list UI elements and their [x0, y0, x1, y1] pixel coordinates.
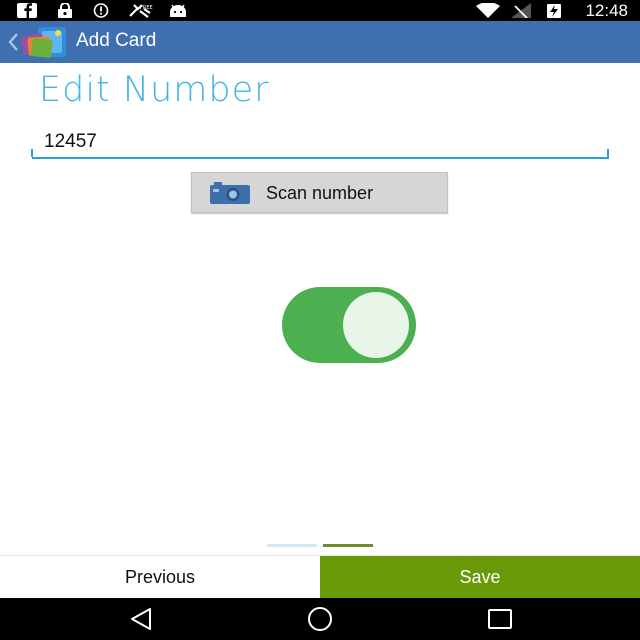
- page-indicator-1: [267, 544, 317, 547]
- status-bar: FREE 12:48: [0, 0, 640, 21]
- save-label: Save: [459, 567, 501, 587]
- svg-text:FREE: FREE: [140, 5, 153, 11]
- action-bar: Add Card: [0, 21, 640, 63]
- bottom-button-bar: Previous Save: [0, 555, 640, 599]
- satellite-icon: FREE: [129, 4, 153, 18]
- facebook-icon: [17, 3, 37, 18]
- number-input[interactable]: [32, 127, 609, 159]
- page-title: Edit Number: [39, 70, 270, 110]
- navigation-bar: [0, 598, 640, 640]
- android-icon: [170, 4, 186, 17]
- signal-icon: [511, 3, 531, 18]
- back-chevron-icon[interactable]: [6, 30, 20, 54]
- home-icon[interactable]: [305, 606, 335, 632]
- input-underline-cap-left: [31, 149, 33, 157]
- camera-icon: [210, 182, 250, 204]
- action-bar-title: Add Card: [76, 30, 157, 51]
- status-time: 12:48: [585, 1, 628, 20]
- scan-number-button[interactable]: Scan number: [191, 172, 448, 213]
- back-icon[interactable]: [126, 606, 156, 632]
- lock-icon: [58, 3, 72, 18]
- app-logo[interactable]: [20, 25, 68, 59]
- wifi-icon: [476, 3, 500, 18]
- toggle-knob[interactable]: [343, 292, 409, 358]
- scan-number-label: Scan number: [266, 183, 374, 203]
- info-icon: [93, 3, 109, 18]
- previous-button[interactable]: Previous: [0, 556, 320, 599]
- save-button[interactable]: Save: [320, 556, 640, 599]
- previous-label: Previous: [124, 567, 196, 587]
- screen: FREE 12:48 Add Card Edit Number 12457 Sc…: [0, 0, 640, 640]
- enable-toggle[interactable]: [282, 287, 416, 363]
- battery-charging-icon: [547, 4, 561, 18]
- input-underline-cap-right: [607, 149, 609, 157]
- recents-icon[interactable]: [485, 606, 515, 632]
- page-indicator-2-active: [323, 544, 373, 547]
